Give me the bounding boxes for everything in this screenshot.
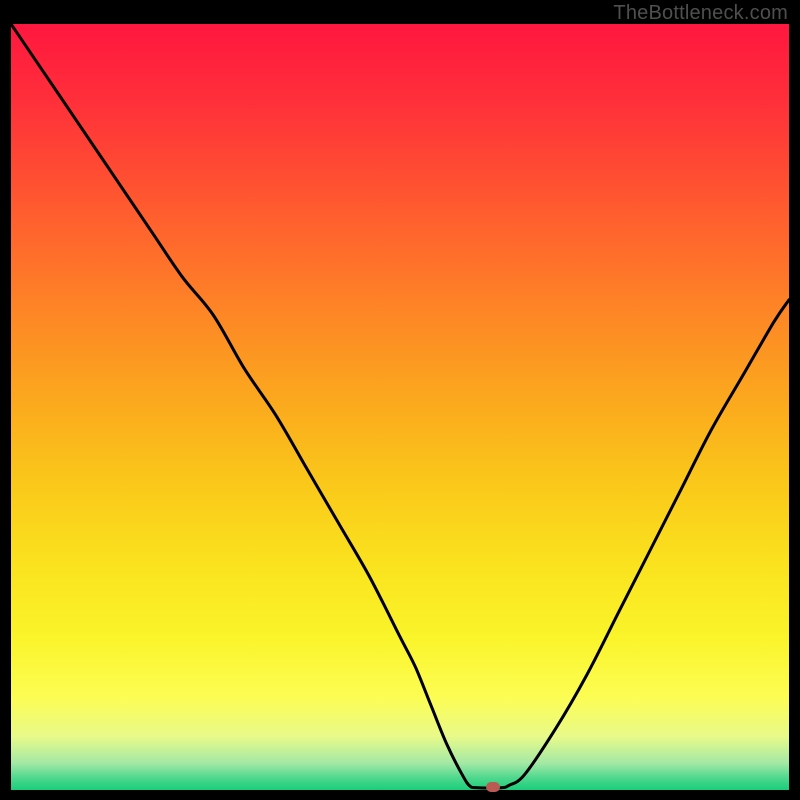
chart-frame [11, 24, 789, 790]
optimal-point-marker [486, 782, 500, 791]
watermark-text: TheBottleneck.com [613, 2, 788, 25]
bottleneck-chart [11, 24, 789, 790]
gradient-background [11, 24, 789, 790]
